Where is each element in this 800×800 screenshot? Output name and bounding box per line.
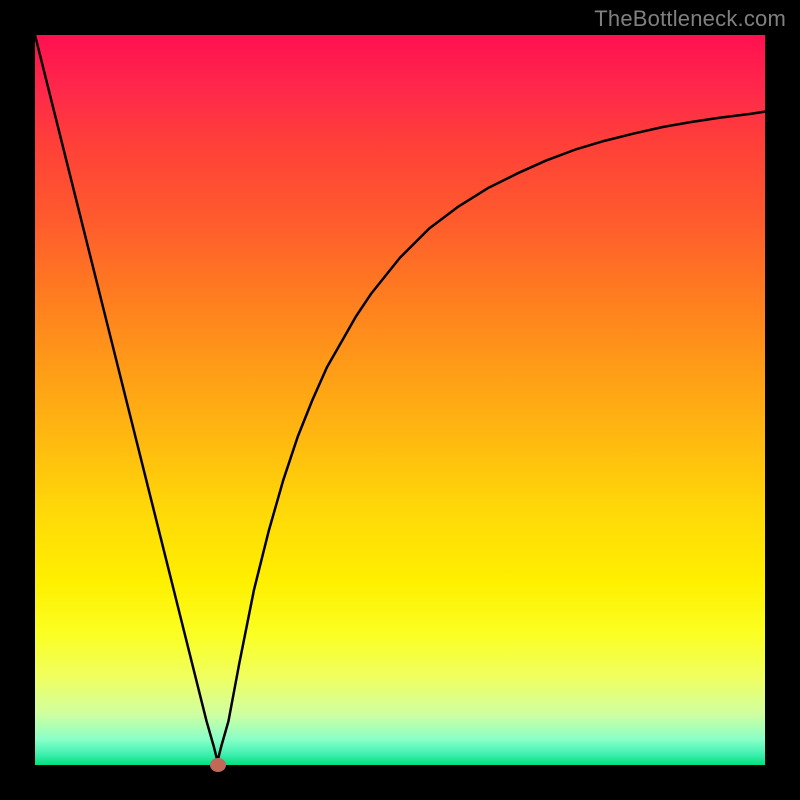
chart-frame: TheBottleneck.com xyxy=(0,0,800,800)
plot-area xyxy=(35,35,765,765)
minimum-point-marker xyxy=(210,758,226,772)
watermark-text: TheBottleneck.com xyxy=(594,6,786,32)
bottleneck-curve xyxy=(35,35,765,765)
